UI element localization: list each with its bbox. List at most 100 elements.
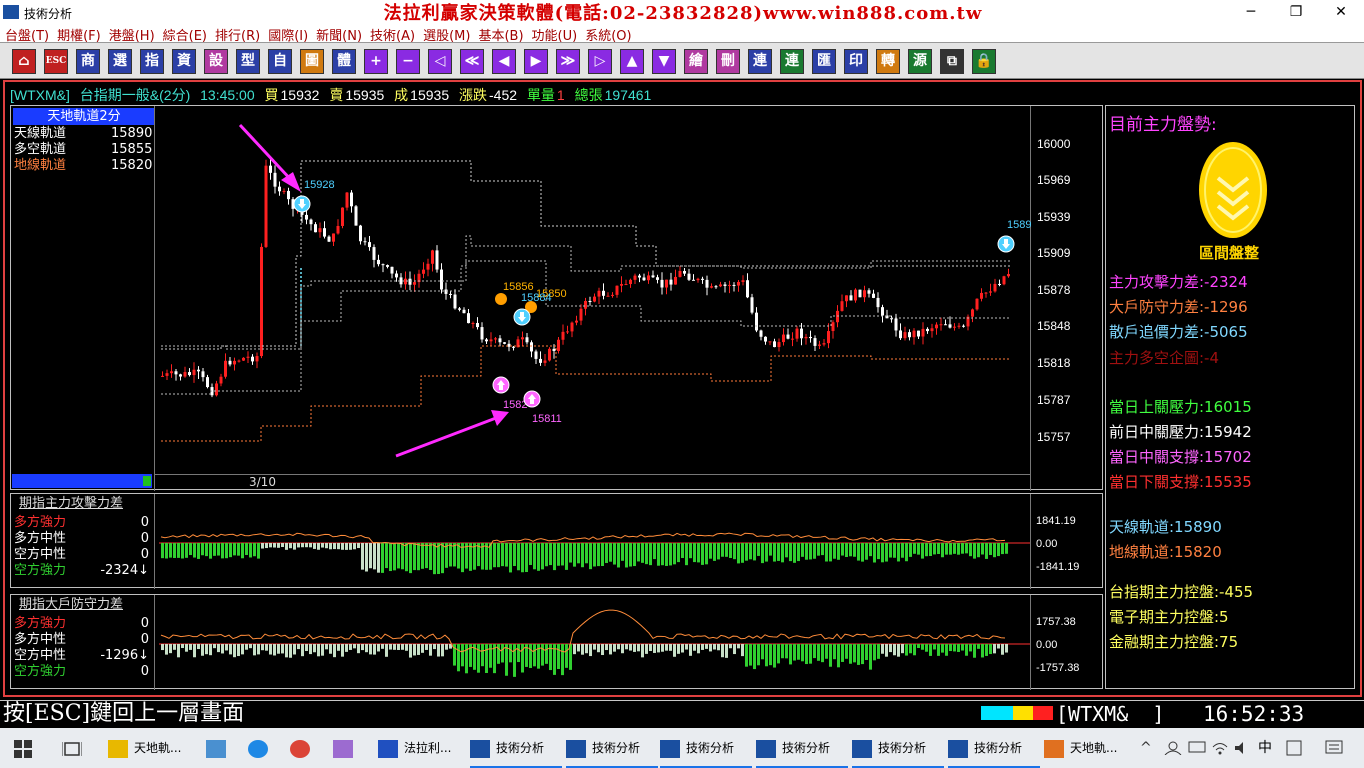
taskbar-item-5[interactable]: 法拉利...	[378, 728, 451, 768]
taskbar-item-4[interactable]	[333, 728, 359, 768]
minimize-button[interactable]: ─	[1228, 0, 1274, 25]
taskbar-item-8[interactable]: 技術分析	[660, 728, 752, 768]
taskbar-item-3[interactable]	[290, 728, 316, 768]
candle-body	[687, 273, 691, 280]
toolbar-button-11[interactable]: +	[364, 49, 388, 74]
menu-item-1[interactable]: 期權(F)	[57, 28, 101, 42]
taskbar-item-0[interactable]: 天地軌...	[108, 728, 181, 768]
toolbar-button-5[interactable]: 資	[172, 49, 196, 74]
histogram-bar	[193, 644, 196, 658]
restore-button[interactable]: ❐	[1273, 0, 1319, 25]
toolbar-button-4[interactable]: 指	[140, 49, 164, 74]
histogram-bar	[493, 543, 496, 568]
toolbar-button-9[interactable]: 圖	[300, 49, 324, 74]
people-icon[interactable]	[1164, 741, 1182, 755]
toolbar-button-14[interactable]: ≪	[460, 49, 484, 74]
menu-item-3[interactable]: 綜合(E)	[163, 28, 207, 42]
taskbar-item-10[interactable]: 技術分析	[852, 728, 944, 768]
menu-item-8[interactable]: 選股(M)	[423, 28, 470, 42]
histogram-bar	[629, 543, 632, 567]
toolbar-button-29[interactable]: ⧉	[940, 49, 964, 74]
toolbar-button-8[interactable]: 自	[268, 49, 292, 74]
taskbar-item-9[interactable]: 技術分析	[756, 728, 848, 768]
state-line-9: 地線軌道:15820	[1109, 543, 1222, 561]
toolbar-button-17[interactable]: ≫	[556, 49, 580, 74]
histogram-bar	[505, 543, 508, 567]
marker-label-6: 1589	[1007, 219, 1031, 231]
histogram-bar	[277, 543, 280, 548]
toolbar-button-3[interactable]: 選	[108, 49, 132, 74]
toolbar-button-26[interactable]: 印	[844, 49, 868, 74]
toolbar-button-6[interactable]: 設	[204, 49, 228, 74]
taskbar-item-label: 技術分析	[782, 741, 831, 755]
menu-item-11[interactable]: 系統(O)	[585, 28, 631, 42]
candle-body	[827, 331, 830, 344]
toolbar-button-24[interactable]: 連	[780, 49, 804, 74]
taskbar-item-1[interactable]	[206, 728, 232, 768]
menu-item-5[interactable]: 國際(I)	[268, 28, 308, 42]
volume-icon[interactable]	[1234, 741, 1250, 755]
taskbar-item-2[interactable]	[248, 728, 274, 768]
toolbar-button-12[interactable]: −	[396, 49, 420, 74]
network-icon[interactable]	[1188, 741, 1206, 755]
menu-item-7[interactable]: 技術(A)	[370, 28, 415, 42]
ime-indicator[interactable]: 中	[1258, 728, 1272, 768]
taskbar-item-6[interactable]: 技術分析	[470, 728, 562, 768]
main-chart-panel[interactable]: 天地軌道2分 天線軌道 15890 多空軌道 15855 地線軌道 15820 3/10 …	[10, 105, 1103, 491]
notification-icon[interactable]	[1325, 740, 1343, 756]
menu-item-6[interactable]: 新聞(N)	[316, 28, 362, 42]
candle-body	[161, 375, 164, 377]
toolbar-button-18[interactable]: ▷	[588, 49, 612, 74]
ground-track-line	[161, 345, 1011, 442]
toolbar-button-20[interactable]: ▼	[652, 49, 676, 74]
histogram-bar	[941, 644, 944, 653]
toolbar-button-10[interactable]: 體	[332, 49, 356, 74]
histogram-bar	[581, 644, 584, 655]
histogram-bar	[605, 543, 608, 564]
toolbar-button-30[interactable]: 🔒	[972, 49, 996, 74]
taskbar-item-11[interactable]: 技術分析	[948, 728, 1040, 768]
toolbar-button-19[interactable]: ▲	[620, 49, 644, 74]
histogram-bar	[797, 543, 800, 562]
menu-item-10[interactable]: 功能(U)	[532, 28, 578, 42]
candle-body	[381, 264, 385, 266]
candle-body	[795, 328, 799, 339]
toolbar-button-25[interactable]: 匯	[812, 49, 836, 74]
taskbar-item-12[interactable]: 天地軌...	[1044, 728, 1117, 768]
taskbar-item-7[interactable]: 技術分析	[566, 728, 658, 768]
task-view-icon[interactable]	[62, 739, 82, 759]
toolbar-button-13[interactable]: ◁	[428, 49, 452, 74]
ie-icon	[248, 739, 268, 758]
histogram-bar	[233, 543, 236, 556]
toolbar-button-15[interactable]: ◀	[492, 49, 516, 74]
toolbar-button-2[interactable]: 商	[76, 49, 100, 74]
wifi-icon[interactable]	[1212, 741, 1228, 755]
attack-indicator-panel[interactable]: 期指主力攻擊力差 多方強力 0 多方中性 0 空方中性 0 空方強力 -2324↓ 1841.…	[10, 493, 1103, 589]
close-button[interactable]: ✕	[1318, 0, 1364, 25]
menu-item-0[interactable]: 台盤(T)	[5, 28, 49, 42]
toolbar-button-28[interactable]: 源	[908, 49, 932, 74]
histogram-bar	[881, 543, 884, 563]
histogram-bar	[705, 644, 708, 649]
toolbar-button-23[interactable]: 連	[748, 49, 772, 74]
histogram-bar	[169, 543, 172, 558]
toolbar-button-16[interactable]: ▶	[524, 49, 548, 74]
ime-mode-icon[interactable]	[1286, 740, 1302, 756]
candle-body	[764, 336, 767, 342]
histogram-bar	[269, 543, 272, 548]
windows-start-icon[interactable]	[14, 740, 32, 758]
toolbar-button-7[interactable]: 型	[236, 49, 260, 74]
toolbar-button-0[interactable]: ⌂	[12, 49, 36, 74]
defense-indicator-panel[interactable]: 期指大戶防守力差 多方強力 0 多方中性 0 空方中性 -1296↓ 空方強力 0 1757.…	[10, 594, 1103, 690]
histogram-bar	[361, 644, 364, 651]
histogram-bar	[545, 543, 548, 567]
candle-body	[219, 376, 223, 384]
toolbar-button-21[interactable]: 繪	[684, 49, 708, 74]
toolbar-button-1[interactable]: ESC	[44, 49, 68, 74]
menu-item-4[interactable]: 排行(R)	[215, 28, 260, 42]
toolbar-button-27[interactable]: 轉	[876, 49, 900, 74]
menu-item-2[interactable]: 港盤(H)	[109, 28, 155, 42]
tray-chevron-icon[interactable]: ^	[1140, 728, 1152, 768]
toolbar-button-22[interactable]: 刪	[716, 49, 740, 74]
menu-item-9[interactable]: 基本(B)	[478, 28, 523, 42]
